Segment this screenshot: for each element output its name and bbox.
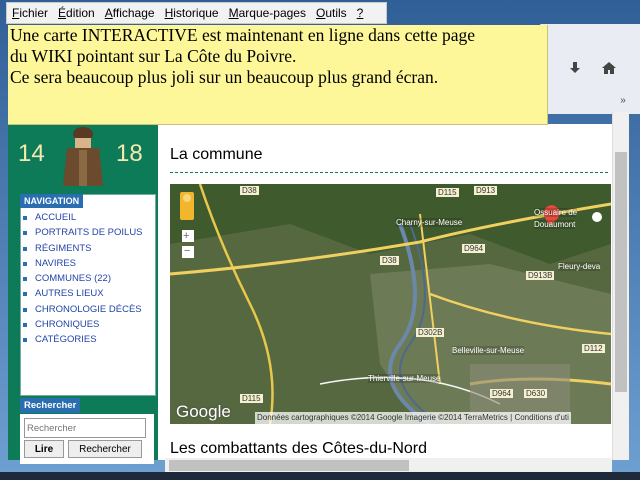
map-attribution: Données cartographiques ©2014 Google Ima… (255, 412, 571, 424)
nav-item[interactable]: ACCUEIL (22, 212, 152, 225)
menu-item-accesskey: H (164, 6, 174, 20)
taskbar (0, 472, 640, 480)
map-label: D115 (436, 188, 459, 197)
menu-item-accesskey: ? (356, 6, 364, 20)
navigation-title: NAVIGATION (20, 194, 84, 208)
menu-item-5[interactable]: Outils (311, 6, 352, 20)
map-terms-link[interactable]: Conditions d'uti (514, 413, 568, 422)
download-icon[interactable] (563, 56, 587, 80)
vertical-scroll-thumb[interactable] (615, 152, 627, 392)
menu-item-3[interactable]: Historique (160, 6, 224, 20)
menu-item-1[interactable]: Édition (53, 6, 100, 20)
nav-item[interactable]: CHRONIQUES (22, 319, 152, 332)
note-line-2: du WIKI pointant sur La Côte du Poivre. (10, 46, 297, 66)
map-label: Ossuaire de (534, 208, 578, 217)
map-label: Douaumont (534, 220, 576, 229)
map-label: Fleury-deva (558, 262, 601, 271)
vertical-scrollbar[interactable] (612, 112, 629, 460)
interactive-map[interactable]: D38 D115 D913 Charny-sur-Meuse Ossuaire de Do… (170, 184, 611, 424)
menu-item-label: ffichage (112, 6, 155, 20)
logo-year-end: 18 (116, 140, 143, 167)
menu-item-6[interactable]: ? (352, 6, 369, 20)
menu-item-label: utils (325, 6, 347, 20)
map-label: Charny-sur-Meuse (396, 218, 463, 227)
section-divider (170, 172, 608, 173)
search-button[interactable]: Rechercher (68, 440, 142, 458)
map-label: Belleville-sur-Meuse (452, 346, 525, 355)
overlay-note: Une carte INTERACTIVE est maintenant en … (8, 25, 548, 125)
logo-year-start: 14 (18, 140, 45, 167)
horizontal-scrollbar[interactable] (165, 458, 612, 473)
menu-item-accesskey: M (228, 6, 239, 20)
site-logo[interactable]: 14 18 (8, 124, 158, 186)
nav-item[interactable]: RÉGIMENTS (22, 243, 152, 256)
home-icon[interactable] (597, 56, 621, 80)
chevron-right-icon[interactable]: » (611, 88, 635, 112)
nav-item[interactable]: CHRONOLOGIE DÉCÈS (22, 304, 152, 317)
go-button[interactable]: Lire (24, 440, 64, 458)
menu-item-accesskey: A (104, 6, 113, 20)
map-label: D112 (582, 344, 605, 353)
menu-bar: Fichier Édition Affichage Historique Marque-… (6, 2, 387, 24)
nav-item[interactable]: CATÉGORIES (22, 334, 152, 347)
menu-item-label: ichier (19, 6, 49, 20)
map-label: D913 (474, 186, 498, 195)
map-label: D115 (240, 394, 263, 403)
main-content: La commune D38 D115 D913 Charny-sur-Meus… (166, 124, 615, 460)
wiki-page: 14 18 NAVIGATION ACCUEIL PORTRAITS DE POI… (8, 124, 615, 464)
horizontal-scroll-thumb[interactable] (169, 460, 409, 471)
section-heading-combattants: Les combattants des Côtes-du-Nord (170, 440, 428, 457)
menu-item-label: dition (66, 6, 95, 20)
map-label: D38 (380, 256, 399, 265)
menu-item-accesskey: É (58, 6, 67, 20)
note-line-3: Ce sera beaucoup plus joli sur un beauco… (10, 67, 439, 87)
map-label: D630 (524, 389, 548, 398)
menu-item-2[interactable]: Affichage (100, 6, 160, 20)
google-logo: Google (176, 402, 231, 421)
map-label: D302B (416, 328, 445, 337)
search-panel: Lire Rechercher (20, 414, 154, 464)
zoom-in-icon[interactable]: + (183, 230, 189, 242)
soldier-figure-icon (63, 127, 103, 186)
search-title: Rechercher (20, 398, 81, 413)
menu-item-4[interactable]: Marque-pages (224, 6, 311, 20)
map-label: D38 (240, 186, 259, 195)
nav-item[interactable]: AUTRES LIEUX (22, 288, 152, 301)
map-label: D964 (462, 244, 486, 253)
note-line-1: Une carte INTERACTIVE est maintenant en … (10, 25, 476, 45)
search-input[interactable] (24, 418, 146, 438)
section-heading-commune: La commune (170, 146, 263, 163)
browser-toolbar: » (540, 24, 640, 114)
nav-item[interactable]: NAVIRES (22, 258, 152, 271)
menu-item-label: arque-pages (238, 6, 306, 20)
menu-item-0[interactable]: Fichier (7, 6, 53, 20)
map-label: D913B (526, 271, 555, 280)
map-label: Thierville-sur-Meuse (368, 374, 441, 383)
map-label: D964 (490, 389, 514, 398)
navigation-list: ACCUEIL PORTRAITS DE POILUS RÉGIMENTS NAVIR… (22, 212, 152, 350)
menu-item-accesskey: O (315, 6, 326, 20)
zoom-out-icon[interactable]: − (184, 245, 190, 257)
nav-item[interactable]: PORTRAITS DE POILUS (22, 227, 152, 240)
nav-item[interactable]: COMMUNES (22) (22, 273, 152, 286)
menu-item-label: istorique (173, 6, 219, 20)
